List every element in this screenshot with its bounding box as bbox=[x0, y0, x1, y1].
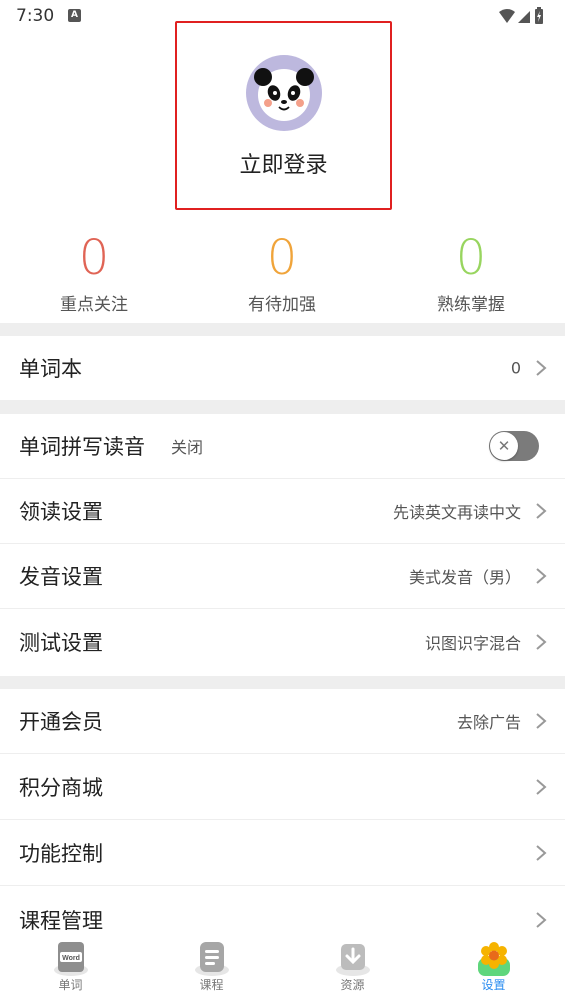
vip-value: 去除广告 bbox=[456, 713, 521, 732]
stat-improve-label: 有待加强 bbox=[248, 295, 316, 315]
stat-improve-value: 0 bbox=[266, 230, 298, 286]
pronounce-value: 美式发音（男） bbox=[408, 568, 521, 587]
pronounce-title: 发音设置 bbox=[19, 565, 103, 589]
lead-read-title: 领读设置 bbox=[19, 500, 103, 524]
points-mall-title: 积分商城 bbox=[19, 776, 103, 800]
chevron-right-icon bbox=[536, 568, 547, 584]
tab-resources[interactable]: 资源 bbox=[282, 936, 423, 1004]
tab-words-label: 单词 bbox=[58, 978, 83, 992]
tab-settings[interactable]: 设置 bbox=[423, 936, 564, 1004]
feature-control-row[interactable]: 功能控制 bbox=[0, 821, 565, 886]
download-icon bbox=[335, 944, 370, 976]
test-row[interactable]: 测试设置 识图识字混合 bbox=[0, 609, 565, 674]
chevron-right-icon bbox=[536, 911, 547, 928]
feature-control-title: 功能控制 bbox=[19, 842, 103, 866]
panda-icon[interactable] bbox=[246, 55, 322, 131]
tab-courses-label: 课程 bbox=[199, 978, 224, 992]
course-list-icon bbox=[194, 942, 229, 976]
lead-read-row[interactable]: 领读设置 先读英文再读中文 bbox=[0, 479, 565, 544]
vip-title: 开通会员 bbox=[19, 710, 103, 734]
section-divider bbox=[0, 323, 565, 336]
spell-audio-toggle[interactable]: ✕ bbox=[489, 431, 539, 461]
chevron-right-icon bbox=[536, 845, 547, 861]
lead-read-value: 先读英文再读中文 bbox=[392, 503, 521, 522]
chevron-right-icon bbox=[536, 633, 547, 650]
flower-icon bbox=[477, 942, 510, 976]
stat-mastered-label: 熟练掌握 bbox=[437, 295, 505, 315]
notification-a-icon: A bbox=[68, 9, 81, 22]
bottom-tab-bar: Word 单词 课程 资源 设置 bbox=[0, 936, 565, 1004]
status-icons bbox=[499, 7, 543, 24]
spell-audio-status: 关闭 bbox=[171, 438, 204, 457]
pronounce-row[interactable]: 发音设置 美式发音（男） bbox=[0, 544, 565, 609]
word-icon-text: Word bbox=[62, 955, 80, 962]
stat-focus[interactable]: 0 重点关注 bbox=[0, 228, 188, 315]
wordbook-row[interactable]: 单词本 0 bbox=[0, 336, 565, 401]
status-time: 7:30 bbox=[16, 6, 55, 26]
login-label[interactable]: 立即登录 bbox=[177, 147, 390, 179]
chevron-right-icon bbox=[536, 779, 547, 795]
tab-courses[interactable]: 课程 bbox=[141, 936, 282, 1004]
chevron-right-icon bbox=[536, 713, 547, 729]
wordbook-count: 0 bbox=[510, 358, 521, 378]
stat-focus-label: 重点关注 bbox=[60, 295, 128, 315]
signal-icon bbox=[518, 11, 530, 23]
test-value: 识图识字混合 bbox=[424, 633, 521, 653]
vip-row[interactable]: 开通会员 去除广告 bbox=[0, 689, 565, 754]
wifi-icon bbox=[499, 9, 515, 23]
close-icon: ✕ bbox=[490, 432, 518, 460]
tab-words[interactable]: Word 单词 bbox=[0, 936, 141, 1004]
stat-mastered-value: 0 bbox=[455, 230, 487, 286]
login-area[interactable]: 立即登录 bbox=[175, 21, 392, 210]
stat-improve[interactable]: 0 有待加强 bbox=[188, 228, 376, 315]
course-manage-title: 课程管理 bbox=[19, 908, 103, 933]
tab-resources-label: 资源 bbox=[340, 978, 365, 992]
chevron-right-icon bbox=[536, 360, 547, 376]
stat-mastered[interactable]: 0 熟练掌握 bbox=[377, 228, 565, 315]
spell-audio-row: 单词拼写读音 关闭 ✕ bbox=[0, 414, 565, 479]
wordbook-title: 单词本 bbox=[19, 357, 82, 381]
spell-audio-title: 单词拼写读音 bbox=[19, 435, 145, 459]
word-book-icon: Word bbox=[53, 942, 88, 976]
stats-row: 0 重点关注 0 有待加强 0 熟练掌握 bbox=[0, 228, 565, 318]
section-divider bbox=[0, 676, 565, 689]
chevron-right-icon bbox=[536, 503, 547, 519]
section-divider bbox=[0, 401, 565, 414]
points-mall-row[interactable]: 积分商城 bbox=[0, 755, 565, 820]
battery-icon bbox=[535, 7, 543, 24]
test-title: 测试设置 bbox=[19, 630, 103, 655]
tab-settings-label: 设置 bbox=[481, 978, 506, 992]
stat-focus-value: 0 bbox=[78, 230, 110, 286]
